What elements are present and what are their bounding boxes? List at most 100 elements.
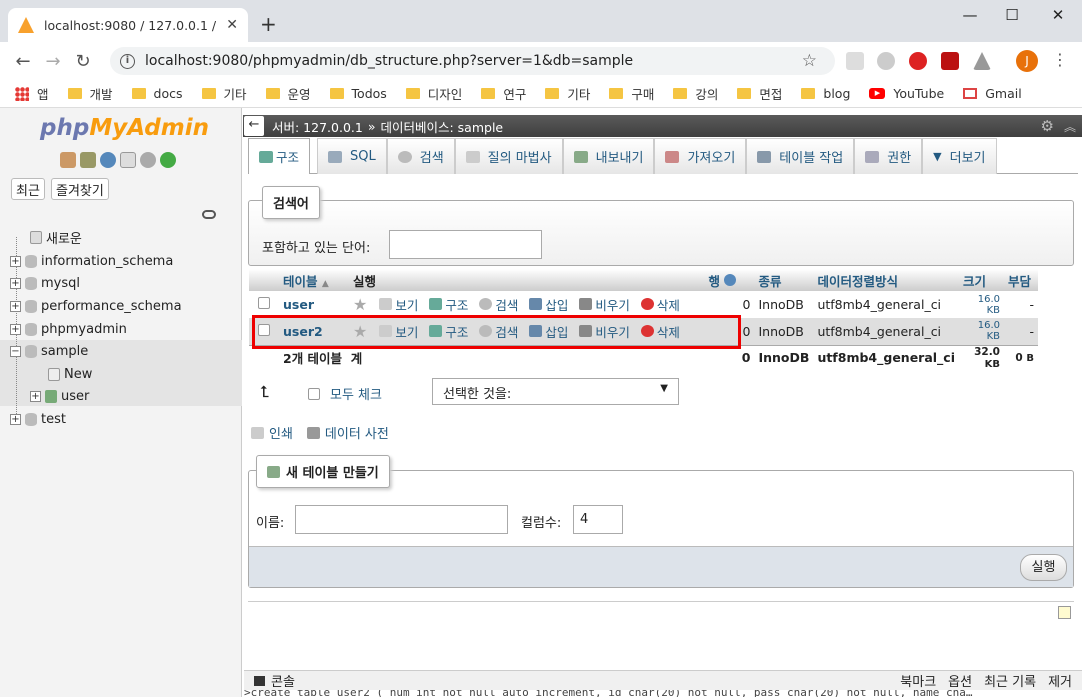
bookmark-folder[interactable]: 기타 bbox=[545, 84, 590, 103]
tree-db-mysql[interactable]: + mysql bbox=[10, 273, 80, 293]
tab-privileges[interactable]: 권한 bbox=[854, 138, 923, 174]
extension-icon[interactable] bbox=[846, 52, 864, 70]
expand-icon[interactable]: + bbox=[10, 300, 21, 312]
bookmark-folder[interactable]: Todos bbox=[329, 86, 387, 101]
browser-tab[interactable]: localhost:9080 / 127.0.0.1 / sample ✕ bbox=[8, 8, 248, 42]
console-clear[interactable]: 제거 bbox=[1048, 671, 1072, 690]
bookmark-folder[interactable]: 구매 bbox=[609, 84, 654, 103]
console-bar[interactable]: 콘솔 북마크 옵션 최근 기록 제거 bbox=[244, 670, 1082, 690]
tab-query[interactable]: 질의 마법사 bbox=[454, 138, 563, 174]
col-collation[interactable]: 데이터정렬방식 bbox=[813, 269, 959, 291]
empty-action[interactable]: 비우기 bbox=[579, 295, 630, 314]
drop-action[interactable]: 삭제 bbox=[640, 295, 680, 314]
tab-structure[interactable]: 구조 bbox=[248, 138, 311, 174]
expand-icon[interactable]: + bbox=[10, 323, 21, 335]
with-selected-select[interactable]: 선택한 것을: ▼ bbox=[432, 378, 679, 405]
breadcrumb-db[interactable]: 데이터베이스: sample bbox=[380, 117, 503, 136]
row-checkbox[interactable] bbox=[258, 297, 270, 309]
new-tab-button[interactable]: + bbox=[260, 12, 277, 36]
home-icon[interactable] bbox=[60, 152, 76, 168]
bookmark-folder[interactable]: blog bbox=[801, 86, 850, 101]
structure-action[interactable]: 구조 bbox=[429, 295, 468, 314]
bookmark-folder[interactable]: 강의 bbox=[673, 84, 718, 103]
col-type[interactable]: 종류 bbox=[754, 269, 814, 291]
console-bookmarks[interactable]: 북마크 bbox=[900, 671, 936, 690]
tree-db-test[interactable]: + test bbox=[10, 409, 66, 429]
table-name-input[interactable] bbox=[295, 505, 508, 534]
maximize-button[interactable]: ☐ bbox=[997, 6, 1027, 24]
gear-icon[interactable] bbox=[140, 152, 156, 168]
link-icon[interactable] bbox=[202, 210, 216, 219]
browser-menu-icon[interactable]: ⋮ bbox=[1052, 50, 1068, 69]
col-size[interactable]: 크기 bbox=[959, 269, 1004, 291]
info-icon[interactable]: i bbox=[120, 53, 135, 69]
console-options[interactable]: 옵션 bbox=[948, 671, 972, 690]
insert-action[interactable]: 삽입 bbox=[529, 295, 568, 314]
tree-new-db[interactable]: 새로운 bbox=[30, 227, 82, 247]
bookmark-youtube[interactable]: ▶ YouTube bbox=[869, 86, 944, 101]
tree-db-performance-schema[interactable]: + performance_schema bbox=[10, 296, 182, 316]
tree-new-table[interactable]: New bbox=[48, 364, 92, 384]
extension-icon[interactable] bbox=[877, 52, 895, 70]
bookmark-folder[interactable]: 개발 bbox=[67, 84, 113, 103]
search-action[interactable]: 검색 bbox=[479, 295, 518, 314]
bookmark-folder[interactable]: 디자인 bbox=[405, 84, 462, 103]
expand-icon[interactable]: + bbox=[10, 413, 21, 425]
reload-nav-icon[interactable] bbox=[160, 152, 176, 168]
print-link[interactable]: 인쇄 bbox=[251, 423, 293, 442]
console-label[interactable]: 콘솔 bbox=[271, 671, 295, 690]
tab-search[interactable]: 검색 bbox=[386, 138, 455, 174]
tab-operations[interactable]: 테이블 작업 bbox=[746, 138, 855, 174]
collapse-icon[interactable]: − bbox=[10, 345, 21, 357]
tab-export[interactable]: 내보내기 bbox=[562, 138, 655, 174]
bookmark-folder[interactable]: 운영 bbox=[265, 84, 311, 103]
expand-icon[interactable]: + bbox=[10, 255, 21, 267]
bookmark-apps[interactable]: 앱 bbox=[15, 84, 49, 103]
bookmark-gmail[interactable]: Gmail bbox=[963, 86, 1022, 101]
settings-gear-icon[interactable]: ⚙ bbox=[1041, 117, 1054, 135]
tab-import[interactable]: 가져오기 bbox=[654, 138, 747, 174]
help-icon[interactable] bbox=[100, 152, 116, 168]
data-dictionary-link[interactable]: 데이터 사전 bbox=[306, 423, 389, 442]
tab-sql[interactable]: SQL bbox=[317, 138, 387, 174]
close-tab-icon[interactable]: ✕ bbox=[226, 17, 238, 33]
tree-db-phpmyadmin[interactable]: + phpmyadmin bbox=[10, 319, 127, 339]
columns-input[interactable]: 4 bbox=[573, 505, 623, 534]
browse-action[interactable]: 보기 bbox=[379, 295, 418, 314]
favorite-star-icon[interactable]: ★ bbox=[353, 295, 367, 314]
phpmyadmin-logo[interactable]: phpMyAdmin bbox=[40, 115, 209, 141]
address-bar[interactable]: i localhost:9080/phpmyadmin/db_structure… bbox=[110, 47, 835, 75]
size-cell[interactable]: 16.0 KB bbox=[959, 318, 1004, 345]
adblock-icon[interactable] bbox=[909, 52, 927, 70]
profile-avatar[interactable]: J bbox=[1016, 50, 1038, 72]
tab-more[interactable]: ▼ 더보기 bbox=[922, 138, 997, 174]
col-rows[interactable]: 행 bbox=[704, 269, 755, 291]
close-window-button[interactable]: ✕ bbox=[1043, 6, 1073, 24]
docs-icon[interactable] bbox=[120, 152, 136, 168]
notes-icon[interactable] bbox=[1058, 606, 1071, 619]
forward-icon[interactable]: → bbox=[38, 51, 68, 72]
check-all[interactable]: 모두 체크 bbox=[308, 384, 382, 403]
collapse-nav-icon[interactable]: ← bbox=[244, 116, 264, 136]
reload-icon[interactable]: ↻ bbox=[68, 51, 98, 72]
tree-db-sample[interactable]: − sample bbox=[10, 341, 88, 361]
expand-icon[interactable]: + bbox=[30, 390, 41, 402]
table-name-link[interactable]: user bbox=[283, 297, 314, 312]
bookmark-folder[interactable]: docs bbox=[131, 86, 183, 101]
tree-db-information-schema[interactable]: + information_schema bbox=[10, 251, 173, 271]
help-icon[interactable] bbox=[724, 273, 737, 286]
tree-table-user[interactable]: + user bbox=[30, 386, 89, 406]
col-table[interactable]: 테이블 ▲ bbox=[279, 269, 349, 291]
console-history[interactable]: 최근 기록 bbox=[984, 671, 1036, 690]
bookmark-folder[interactable]: 연구 bbox=[481, 84, 526, 103]
check-all-checkbox[interactable] bbox=[308, 387, 320, 400]
recent-button[interactable]: 최근 bbox=[11, 178, 45, 200]
expand-icon[interactable]: + bbox=[10, 277, 21, 289]
go-button[interactable]: 실행 bbox=[1020, 554, 1067, 581]
col-overhead[interactable]: 부담 bbox=[1004, 269, 1038, 291]
size-cell[interactable]: 16.0 KB bbox=[959, 291, 1004, 318]
search-word-input[interactable] bbox=[389, 230, 542, 259]
breadcrumb-server[interactable]: 서버: 127.0.0.1 bbox=[272, 117, 363, 136]
logout-icon[interactable] bbox=[80, 152, 96, 168]
back-icon[interactable]: ← bbox=[8, 51, 38, 72]
